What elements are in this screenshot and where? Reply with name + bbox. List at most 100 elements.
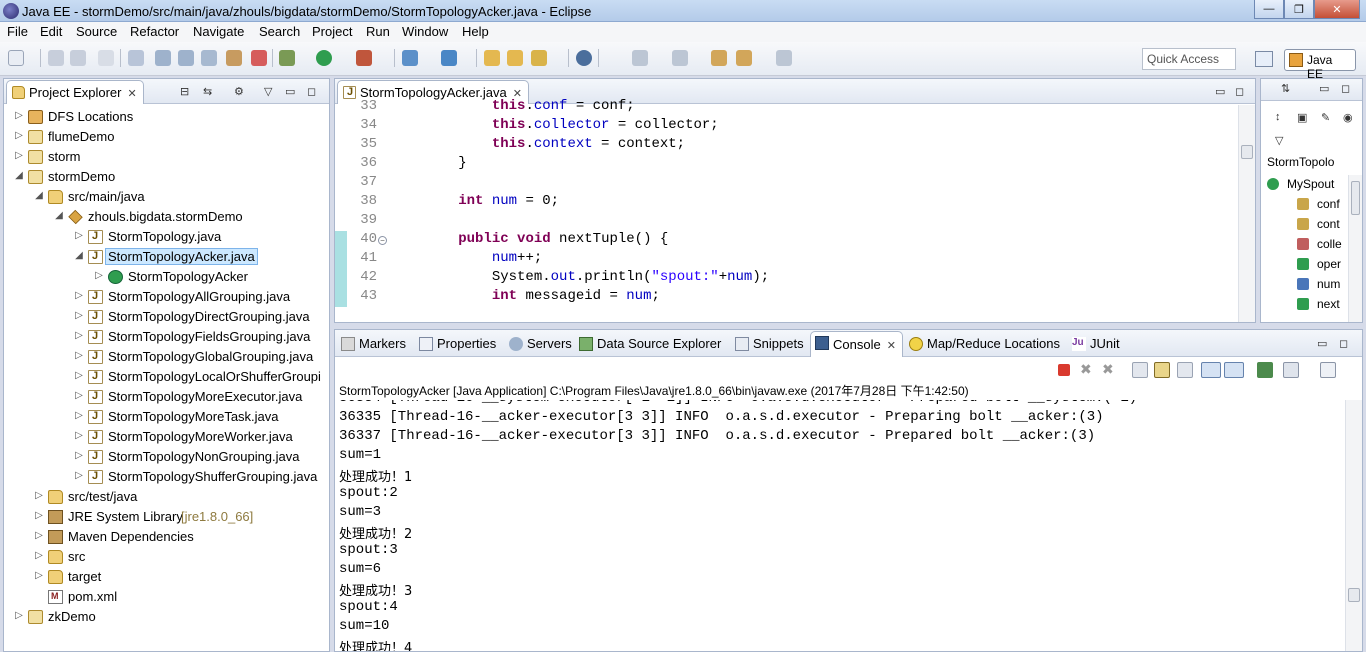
menu-help[interactable]: Help (462, 24, 489, 39)
menu-edit[interactable]: Edit (40, 24, 62, 39)
minimize-view-icon[interactable]: ▭ (285, 85, 295, 98)
next-annotation-icon[interactable] (672, 50, 688, 66)
maximize-view-icon[interactable]: ◻ (1339, 337, 1348, 350)
console-output[interactable]: 36334 [Thread-16-__system-executor[-1 -1… (335, 400, 1345, 651)
close-icon[interactable]: ✕ (887, 340, 896, 352)
tree-item[interactable]: ▷ DFS Locations (4, 107, 329, 127)
tree-item[interactable]: ▷ StormTopologyFieldsGrouping.java (4, 327, 329, 347)
menu-file[interactable]: File (7, 24, 28, 39)
link-editor-icon[interactable]: ⇆ (203, 85, 212, 98)
code-editor[interactable]: 33 this.conf = conf; 34 this.collector = … (335, 98, 1255, 322)
menu-run[interactable]: Run (366, 24, 390, 39)
back-icon[interactable] (736, 50, 752, 66)
scroll-thumb[interactable] (1348, 588, 1360, 602)
perspective-java-ee[interactable]: Java EE (1284, 49, 1356, 81)
hide-static-icon[interactable]: ✎ (1321, 111, 1330, 124)
outline-root[interactable]: StormTopolo (1267, 155, 1334, 175)
tree-item[interactable]: ◢ zhouls.bigdata.stormDemo (4, 207, 329, 227)
expand-toggle-icon[interactable]: ▷ (74, 370, 84, 381)
menu-navigate[interactable]: Navigate (193, 24, 244, 39)
tab-servers[interactable]: Servers (505, 333, 578, 355)
tab-project-explorer[interactable]: Project Explorer ✕ (6, 80, 144, 104)
maximize-view-icon[interactable]: ◻ (1341, 82, 1350, 95)
expand-toggle-icon[interactable]: ▷ (34, 530, 44, 541)
outline-icon[interactable]: ⇅ (1281, 82, 1290, 95)
forward-icon[interactable] (776, 50, 792, 66)
close-button[interactable]: ✕ (1314, 0, 1360, 19)
tree-item[interactable]: ▷ StormTopologyDirectGrouping.java (4, 307, 329, 327)
tree-item[interactable]: ▷ flumeDemo (4, 127, 329, 147)
expand-toggle-icon[interactable]: ◢ (14, 170, 24, 181)
scroll-lock-icon[interactable] (1154, 362, 1170, 378)
server-icon[interactable] (155, 50, 171, 66)
tree-item[interactable]: ▷ StormTopologyShufferGrouping.java (4, 467, 329, 487)
word-wrap-icon[interactable] (1177, 362, 1193, 378)
tree-item[interactable]: ▷ StormTopology.java (4, 227, 329, 247)
tree-item[interactable]: ▷ Maven Dependencies (4, 527, 329, 547)
quick-access-input[interactable]: Quick Access (1142, 48, 1236, 70)
open-console-icon[interactable] (1320, 362, 1336, 378)
run-icon[interactable] (316, 50, 332, 66)
tree-item[interactable]: ▷ StormTopologyMoreWorker.java (4, 427, 329, 447)
tree-item[interactable]: ◢ src/main/java (4, 187, 329, 207)
expand-toggle-icon[interactable]: ◢ (74, 250, 84, 261)
expand-toggle-icon[interactable]: ▷ (74, 410, 84, 421)
tree-item[interactable]: ▷ zkDemo (4, 607, 329, 627)
hadoop-icon[interactable] (201, 50, 217, 66)
expand-toggle-icon[interactable]: ▷ (74, 390, 84, 401)
menu-project[interactable]: Project (312, 24, 352, 39)
clear-console-icon[interactable] (1132, 362, 1148, 378)
expand-toggle-icon[interactable]: ▷ (14, 150, 24, 161)
outline-scrollbar[interactable] (1348, 175, 1362, 322)
close-icon[interactable]: ✕ (127, 88, 136, 100)
new-server-icon[interactable] (402, 50, 418, 66)
scroll-thumb[interactable] (1351, 181, 1360, 215)
expand-toggle-icon[interactable]: ▷ (74, 430, 84, 441)
minimize-view-icon[interactable]: ▭ (1319, 82, 1329, 95)
menu-source[interactable]: Source (76, 24, 117, 39)
tree-item[interactable]: ▷ src (4, 547, 329, 567)
open-type-icon[interactable] (484, 50, 500, 66)
hide-nonpublic-icon[interactable]: ◉ (1343, 111, 1353, 124)
tree-item[interactable]: ▷ StormTopologyGlobalGrouping.java (4, 347, 329, 367)
tab-map-reduce-locations[interactable]: Map/Reduce Locations (905, 333, 1066, 355)
open-resource-icon[interactable] (507, 50, 523, 66)
tree-item[interactable]: ▷ JRE System Library [jre1.8.0_66] (4, 507, 329, 527)
save-all-icon[interactable] (70, 50, 86, 66)
open-perspective-icon[interactable] (1255, 51, 1273, 67)
tree-item[interactable]: ▷ StormTopologyNonGrouping.java (4, 447, 329, 467)
expand-toggle-icon[interactable]: ▷ (74, 330, 84, 341)
tab-data-source-explorer[interactable]: Data Source Explorer (575, 333, 727, 355)
collapse-all-icon[interactable]: ⊟ (180, 85, 189, 98)
show-stderr-icon[interactable] (1224, 362, 1244, 378)
console-scrollbar[interactable] (1345, 400, 1362, 651)
remove-all-icon[interactable]: ✖ (1102, 362, 1118, 378)
show-stdout-icon[interactable] (1201, 362, 1221, 378)
tab-markers[interactable]: Markers (337, 333, 412, 355)
view-menu-icon[interactable]: ▽ (264, 85, 272, 98)
tree-item[interactable]: ▷ StormTopologyAcker (4, 267, 329, 287)
tree-item[interactable]: ▷ StormTopologyAllGrouping.java (4, 287, 329, 307)
expand-toggle-icon[interactable]: ◢ (54, 210, 64, 221)
annotation-icon[interactable] (632, 50, 648, 66)
expand-toggle-icon[interactable]: ▷ (74, 230, 84, 241)
expand-toggle-icon[interactable]: ▷ (74, 450, 84, 461)
new-java-class-icon[interactable] (441, 50, 457, 66)
scroll-thumb[interactable] (1241, 145, 1253, 159)
sort-icon[interactable]: ↕ (1275, 111, 1281, 123)
globe-icon[interactable] (576, 50, 592, 66)
expand-toggle-icon[interactable]: ▷ (34, 490, 44, 501)
tree-item[interactable]: ▷ StormTopologyLocalOrShufferGroupi (4, 367, 329, 387)
tree-item[interactable]: ▷ src/test/java (4, 487, 329, 507)
remove-launch-icon[interactable]: ✖ (1080, 362, 1096, 378)
expand-toggle-icon[interactable]: ◢ (34, 190, 44, 201)
display-console-icon[interactable] (1283, 362, 1299, 378)
minimize-view-icon[interactable]: ▭ (1317, 337, 1327, 350)
last-edit-icon[interactable] (711, 50, 727, 66)
expand-toggle-icon[interactable]: ▷ (34, 570, 44, 581)
menu-refactor[interactable]: Refactor (130, 24, 179, 39)
maximize-view-icon[interactable]: ◻ (1235, 85, 1244, 98)
hide-fields-icon[interactable]: ▣ (1297, 111, 1307, 124)
pin-console-icon[interactable] (1257, 362, 1273, 378)
tree-item[interactable]: pom.xml (4, 587, 329, 607)
